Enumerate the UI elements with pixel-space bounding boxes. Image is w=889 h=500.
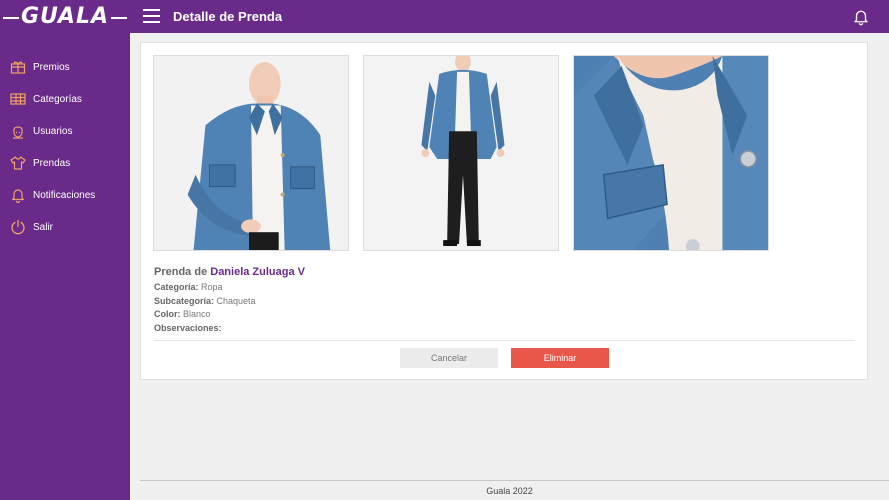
sidebar-item-usuarios[interactable]: Usuarios [0, 115, 130, 147]
sidebar: Premios Categorías Usuarios Prendas Noti… [0, 33, 130, 500]
footer-divider [140, 480, 889, 481]
garment-owner: Prenda de Daniela Zuluaga V [154, 266, 305, 278]
category-value: Ropa [201, 282, 223, 292]
app-logo[interactable]: GUALA [2, 4, 128, 29]
garment-photo-closeup-image [574, 56, 768, 250]
cancel-button[interactable]: Cancelar [400, 348, 498, 368]
color-label: Color: [154, 309, 181, 319]
category-row: Categoría: Ropa [154, 282, 223, 292]
sidebar-item-salir[interactable]: Salir [0, 211, 130, 243]
page-title: Detalle de Prenda [173, 9, 283, 24]
sidebar-item-prendas[interactable]: Prendas [0, 147, 130, 179]
category-label: Categoría: [154, 282, 199, 292]
logo-area: GUALA [0, 0, 130, 33]
owner-name[interactable]: Daniela Zuluaga V [210, 266, 305, 278]
gift-icon [10, 61, 26, 74]
user-icon [13, 126, 23, 139]
sidebar-item-categorias[interactable]: Categorías [0, 83, 130, 115]
delete-button[interactable]: Eliminar [511, 348, 609, 368]
garment-detail-card: Prenda de Daniela Zuluaga V Categoría: R… [140, 42, 868, 380]
owner-prefix: Prenda de [154, 266, 208, 278]
garment-photo-front-image [154, 56, 348, 250]
categories-icon [10, 93, 26, 105]
garment-photo-full-body-image [364, 56, 558, 250]
color-row: Color: Blanco [154, 309, 211, 319]
sidebar-item-label: Prendas [33, 157, 71, 169]
top-bar: GUALA Detalle de Prenda [0, 0, 889, 33]
bell-icon[interactable] [852, 7, 870, 26]
sidebar-item-label: Salir [33, 221, 54, 233]
shirt-icon [10, 156, 26, 170]
sidebar-item-label: Usuarios [33, 125, 73, 137]
garment-photo-closeup[interactable] [573, 55, 769, 251]
sidebar-item-label: Categorías [33, 93, 82, 105]
hamburger-icon[interactable] [143, 9, 160, 23]
garment-photo-front[interactable] [153, 55, 349, 251]
subcategory-value: Chaqueta [216, 296, 256, 306]
bell-icon [11, 189, 25, 203]
sidebar-item-premios[interactable]: Premios [0, 51, 130, 83]
power-icon [11, 219, 25, 235]
divider [154, 340, 855, 341]
sidebar-item-notificaciones[interactable]: Notificaciones [0, 179, 130, 211]
sidebar-item-label: Notificaciones [33, 189, 96, 201]
subcategory-row: Subcategoría: Chaqueta [154, 296, 256, 306]
subcategory-label: Subcategoría: [154, 296, 215, 306]
footer-text: Guala 2022 [486, 486, 533, 496]
observations-label: Observaciones: [154, 323, 222, 333]
color-value: Blanco [183, 309, 211, 319]
garment-photo-full-body[interactable] [363, 55, 559, 251]
observations-row: Observaciones: [154, 323, 222, 333]
sidebar-item-label: Premios [33, 61, 70, 73]
